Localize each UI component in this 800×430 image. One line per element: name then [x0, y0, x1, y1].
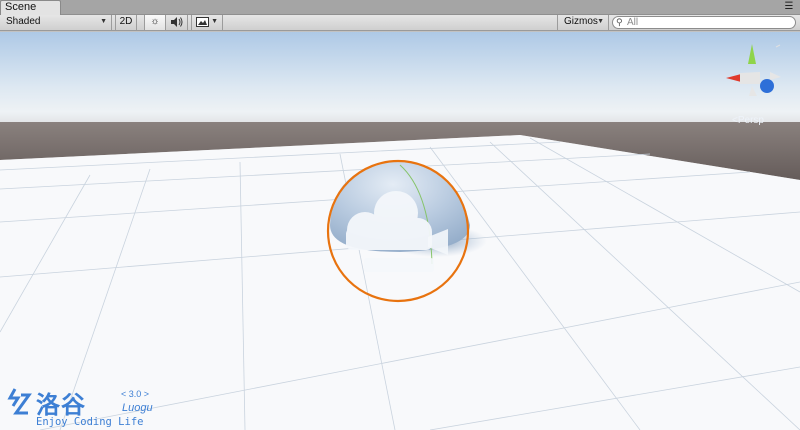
- draw-mode-label: Shaded: [6, 16, 41, 27]
- gizmos-label: Gizmos: [564, 16, 598, 27]
- editor-tab-bar: Scene ☰: [0, 0, 800, 15]
- effects-dropdown[interactable]: ▼: [191, 15, 223, 30]
- chevron-down-icon: ▼: [211, 18, 218, 25]
- sun-icon: ☼: [150, 16, 160, 27]
- draw-mode-dropdown[interactable]: Shaded ▼: [0, 15, 112, 30]
- audio-toggle-button[interactable]: [166, 15, 188, 30]
- chevron-down-icon: ▼: [597, 18, 604, 25]
- lighting-toggle-button[interactable]: ☼: [144, 15, 166, 30]
- scene-viewport[interactable]: <Persp 洛谷 < 3.0 > Luogu Enjoy Coding Lif…: [0, 32, 800, 430]
- speaker-icon: [170, 17, 182, 27]
- scene-toolbar: Shaded ▼ 2D ☼ ▼ Gizmos ▼ ⚲: [0, 15, 800, 31]
- z-axis-blue: [760, 79, 774, 93]
- search-input[interactable]: [627, 17, 777, 28]
- luogu-tagline: Enjoy Coding Life: [36, 416, 144, 428]
- image-icon: [196, 17, 209, 27]
- scene-canvas[interactable]: [0, 32, 800, 430]
- toggle-2d-button[interactable]: 2D: [115, 15, 137, 30]
- projection-label: Persp: [737, 115, 764, 126]
- sky: [0, 32, 800, 132]
- luogu-watermark: 洛谷 < 3.0 > Luogu Enjoy Coding Life: [6, 385, 166, 430]
- chevron-down-icon: ▼: [100, 18, 107, 25]
- gizmos-dropdown[interactable]: Gizmos ▼: [557, 15, 609, 30]
- gizmo-cube: [740, 72, 760, 84]
- scene-search[interactable]: ⚲: [612, 16, 796, 29]
- luogu-logo-text: 洛谷: [36, 391, 86, 419]
- menu-icon[interactable]: ☰: [782, 1, 796, 13]
- camera-body-icon: [364, 258, 434, 272]
- search-icon: ⚲: [616, 17, 623, 27]
- luogu-brand: Luogu: [122, 402, 153, 414]
- tab-scene[interactable]: Scene: [0, 0, 61, 15]
- luogu-logo-icon: [7, 388, 32, 415]
- luogu-version: < 3.0 >: [121, 389, 150, 399]
- projection-toggle[interactable]: <Persp: [732, 115, 764, 126]
